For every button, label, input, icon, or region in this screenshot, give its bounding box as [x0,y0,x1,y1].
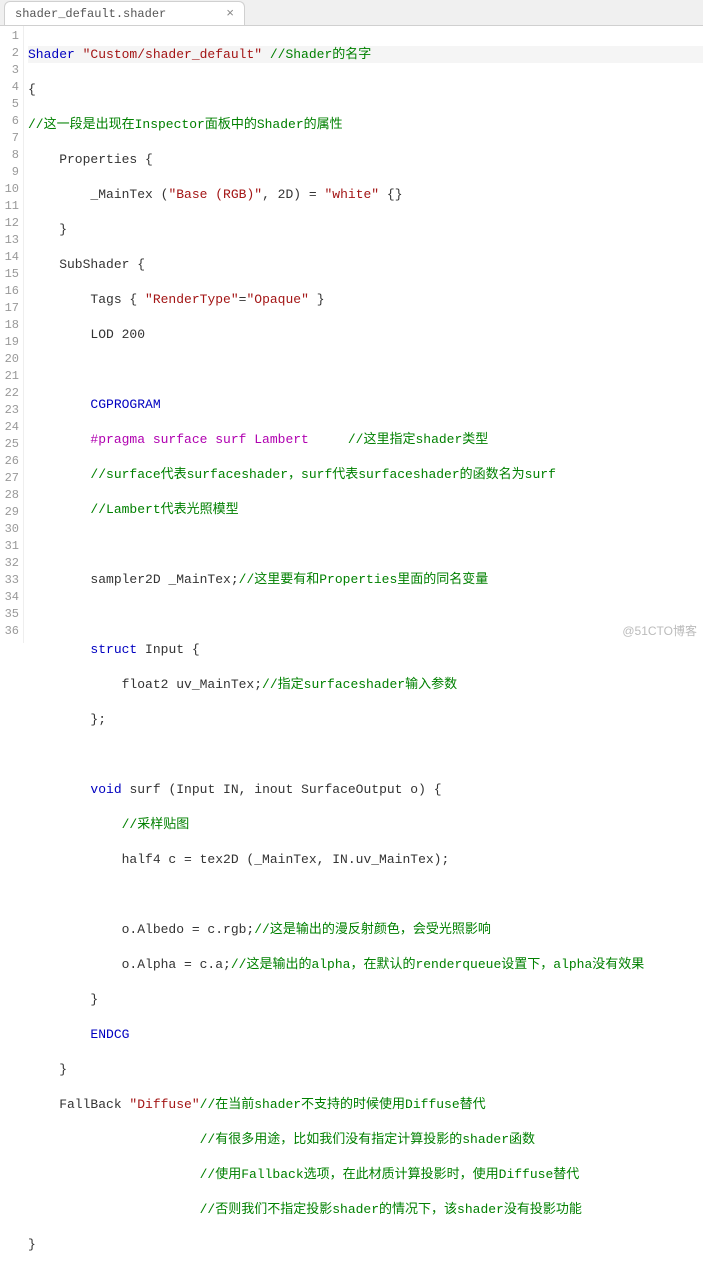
code-token: sampler2D _MainTex; [28,572,239,587]
close-icon[interactable]: × [226,6,234,21]
code-token: //Lambert代表光照模型 [28,502,239,517]
code-token: //这一段是出现在Inspector面板中的Shader的属性 [28,117,343,132]
code-token: CGPROGRAM [28,397,161,412]
code-token: struct [90,642,137,657]
line-gutter: 12345678910 11121314151617181920 2122232… [0,26,24,643]
code-token [28,432,90,447]
code-token: //采样贴图 [28,817,189,832]
code-token [28,782,90,797]
code-token: surf (Input IN, inout SurfaceOutput o) { [122,782,442,797]
code-token: FallBack [28,1097,129,1112]
code-token: "white" [324,187,379,202]
code-token: _MainTex ( [28,187,168,202]
code-token: o.Albedo = c.rgb; [28,922,254,937]
code-token: //在当前shader不支持的时候使用Diffuse替代 [200,1097,486,1112]
code-token: "RenderType" [145,292,239,307]
code-token: float2 uv_MainTex; [28,677,262,692]
code-token: //有很多用途，比如我们没有指定计算投影的shader函数 [28,1132,535,1147]
code-token: o.Alpha = c.a; [28,957,231,972]
code-token: }; [28,712,106,727]
code-editor[interactable]: 12345678910 11121314151617181920 2122232… [0,26,703,643]
code-token: Properties { [28,152,153,167]
tab-filename: shader_default.shader [15,7,166,21]
code-token: //Shader的名字 [262,47,371,62]
code-token: ENDCG [28,1027,129,1042]
code-token: //这是输出的alpha，在默认的renderqueue设置下，alpha没有效… [231,957,644,972]
code-token: } [28,1237,36,1252]
code-token: "Opaque" [246,292,308,307]
code-token: //这里指定shader类型 [348,432,488,447]
code-token: Input { [137,642,199,657]
code-token: #pragma [90,432,145,447]
code-token: //使用Fallback选项，在此材质计算投影时，使用Diffuse替代 [28,1167,579,1182]
code-token: { [28,82,36,97]
code-token: //这是输出的漫反射颜色，会受光照影响 [254,922,491,937]
code-token: half4 c = tex2D (_MainTex, IN.uv_MainTex… [28,852,449,867]
code-token: {} [379,187,402,202]
code-token: , 2D) = [262,187,324,202]
file-tab[interactable]: shader_default.shader × [4,1,245,25]
code-token: "Diffuse" [129,1097,199,1112]
code-token: "Base (RGB)" [168,187,262,202]
code-content[interactable]: Shader "Custom/shader_default" //Shader的… [24,26,703,643]
code-token: } [28,1062,67,1077]
code-token: } [309,292,325,307]
code-token: Shader [28,47,75,62]
watermark: @51CTO博客 [622,622,697,639]
code-token: } [28,222,67,237]
code-token: //否则我们不指定投影shader的情况下，该shader没有投影功能 [28,1202,582,1217]
code-token: void [90,782,121,797]
tab-bar: shader_default.shader × [0,0,703,26]
code-token: } [28,992,98,1007]
code-token: "Custom/shader_default" [75,47,262,62]
code-token: LOD 200 [28,327,145,342]
code-token: //指定surfaceshader输入参数 [262,677,457,692]
code-token [28,642,90,657]
code-token: SubShader { [28,257,145,272]
code-token: //surface代表surfaceshader，surf代表surfacesh… [28,467,556,482]
code-token: surface surf Lambert [145,432,348,447]
code-token: Tags { [28,292,145,307]
code-token: //这里要有和Properties里面的同名变量 [239,572,489,587]
